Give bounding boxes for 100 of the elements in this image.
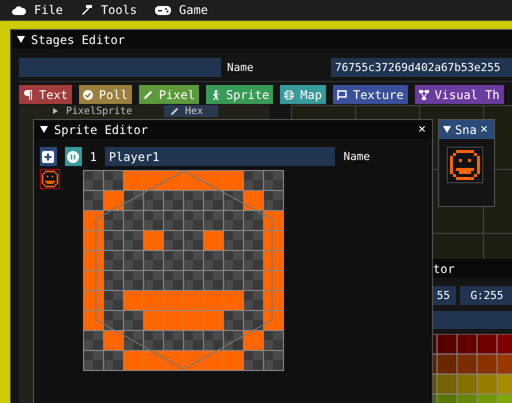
pixel-cell[interactable] bbox=[243, 270, 263, 290]
sprite-index: 1 bbox=[90, 150, 97, 164]
tool-button[interactable]: Poll bbox=[78, 85, 132, 104]
pixel-cell[interactable] bbox=[103, 270, 123, 290]
pixel-cell[interactable] bbox=[83, 350, 103, 370]
pixel-cell[interactable] bbox=[243, 230, 263, 250]
pixel-cell[interactable] bbox=[203, 250, 223, 270]
pixel-cell[interactable] bbox=[123, 170, 143, 190]
pixel-cell[interactable] bbox=[243, 290, 263, 310]
pixel-cell[interactable] bbox=[143, 210, 163, 230]
pixel-cell[interactable] bbox=[243, 350, 263, 370]
pixel-cell[interactable] bbox=[203, 190, 223, 210]
menu-item[interactable]: File bbox=[12, 3, 63, 17]
pixel-cell[interactable] bbox=[103, 170, 123, 190]
pixel-cell[interactable] bbox=[203, 230, 223, 250]
pixel-cell[interactable] bbox=[243, 170, 263, 190]
pixel-cell[interactable] bbox=[143, 250, 163, 270]
check-icon bbox=[82, 90, 93, 100]
text-field[interactable] bbox=[19, 58, 221, 77]
pixel-cell[interactable] bbox=[183, 190, 203, 210]
menu-item[interactable]: Tools bbox=[80, 3, 138, 17]
pixel-cell[interactable] bbox=[203, 210, 223, 230]
pixel-cell[interactable] bbox=[203, 270, 223, 290]
pixel-cell[interactable] bbox=[183, 250, 203, 270]
pixel-cell[interactable] bbox=[123, 350, 143, 370]
pixel-cell[interactable] bbox=[263, 350, 283, 370]
pixel-cell[interactable] bbox=[163, 250, 183, 270]
window-title: Sprite Editor bbox=[54, 122, 148, 136]
pixel-cell[interactable] bbox=[223, 210, 243, 230]
name-field[interactable]: Player1 bbox=[104, 147, 336, 166]
pixel-cell[interactable] bbox=[163, 310, 183, 330]
pixel-cell[interactable] bbox=[123, 250, 143, 270]
pixel-cell[interactable] bbox=[163, 270, 183, 290]
pixel-cell[interactable] bbox=[223, 290, 243, 310]
pixel-cell[interactable] bbox=[263, 330, 283, 350]
collapse-icon[interactable] bbox=[443, 126, 451, 133]
pixel-cell[interactable] bbox=[263, 170, 283, 190]
menu-item[interactable]: Game bbox=[155, 3, 208, 17]
edit-button[interactable]: Hex bbox=[164, 105, 218, 117]
pixel-cell[interactable] bbox=[183, 210, 203, 230]
pixel-cell[interactable] bbox=[203, 290, 223, 310]
pixel-cell[interactable] bbox=[83, 330, 103, 350]
tool-button[interactable]: Texture bbox=[332, 85, 408, 104]
pixel-cell[interactable] bbox=[183, 230, 203, 250]
pixel-cell[interactable] bbox=[143, 270, 163, 290]
pause-icon bbox=[67, 150, 80, 162]
sprite-thumbnail[interactable] bbox=[40, 169, 60, 189]
pixel-cell[interactable] bbox=[223, 170, 243, 190]
pixel-cell[interactable] bbox=[143, 310, 163, 330]
collapse-icon[interactable] bbox=[17, 36, 25, 43]
plus-icon bbox=[42, 150, 54, 162]
add-button[interactable] bbox=[40, 147, 57, 166]
pixel-cell[interactable] bbox=[183, 310, 203, 330]
pixel-cell[interactable] bbox=[103, 350, 123, 370]
tool-button[interactable]: Visual Th bbox=[414, 85, 504, 104]
pixel-cell[interactable] bbox=[143, 290, 163, 310]
pixel-cell[interactable] bbox=[103, 230, 123, 250]
pixel-cell[interactable] bbox=[103, 250, 123, 270]
pixel-cell[interactable] bbox=[83, 170, 103, 190]
pencil-icon bbox=[142, 90, 153, 100]
tool-button[interactable]: Sprite bbox=[206, 85, 274, 104]
pixel-cell[interactable] bbox=[123, 290, 143, 310]
pixel-cell[interactable] bbox=[263, 190, 283, 210]
pixel-cell[interactable] bbox=[223, 310, 243, 330]
g-value-field[interactable]: G:255 bbox=[460, 286, 512, 305]
hammer-icon bbox=[80, 4, 93, 16]
tool-button[interactable]: Text bbox=[19, 85, 72, 104]
close-button[interactable]: × bbox=[480, 122, 488, 137]
globe-icon bbox=[284, 90, 294, 100]
window-title: Sna bbox=[455, 122, 477, 136]
pause-button[interactable] bbox=[64, 147, 82, 166]
pixel-cell[interactable] bbox=[143, 230, 163, 250]
pixel-cell[interactable] bbox=[243, 250, 263, 270]
pixel-cell[interactable] bbox=[163, 290, 183, 310]
pixel-cell[interactable] bbox=[123, 270, 143, 290]
pixel-cell[interactable] bbox=[123, 210, 143, 230]
collapse-icon[interactable] bbox=[40, 126, 48, 133]
pixel-cell[interactable] bbox=[83, 190, 103, 210]
nodes-icon bbox=[418, 90, 429, 100]
pixel-cell[interactable] bbox=[163, 190, 183, 210]
pixel-cell[interactable] bbox=[123, 230, 143, 250]
pixel-cell[interactable] bbox=[203, 310, 223, 330]
pixel-cell[interactable] bbox=[183, 290, 203, 310]
id-field[interactable]: 76755c37269d402a67b53e255 bbox=[330, 58, 512, 77]
pixel-cell[interactable] bbox=[223, 270, 243, 290]
pixel-cell[interactable] bbox=[183, 330, 203, 350]
pixel-cell[interactable] bbox=[223, 250, 243, 270]
pixel-cell[interactable] bbox=[223, 230, 243, 250]
tree-item[interactable]: PixelSprite bbox=[66, 106, 156, 116]
paragraph-icon bbox=[23, 90, 33, 100]
pixel-cell[interactable] bbox=[163, 230, 183, 250]
pixel-cell[interactable] bbox=[183, 270, 203, 290]
pencil-icon bbox=[170, 106, 179, 116]
pixel-cell[interactable] bbox=[223, 350, 243, 370]
expand-arrow-icon[interactable] bbox=[53, 108, 58, 114]
close-button[interactable]: × bbox=[418, 122, 426, 137]
pixel-cell[interactable] bbox=[123, 310, 143, 330]
pixel-cell[interactable] bbox=[103, 290, 123, 310]
pixel-cell[interactable] bbox=[163, 210, 183, 230]
pixel-cell[interactable] bbox=[163, 330, 183, 350]
